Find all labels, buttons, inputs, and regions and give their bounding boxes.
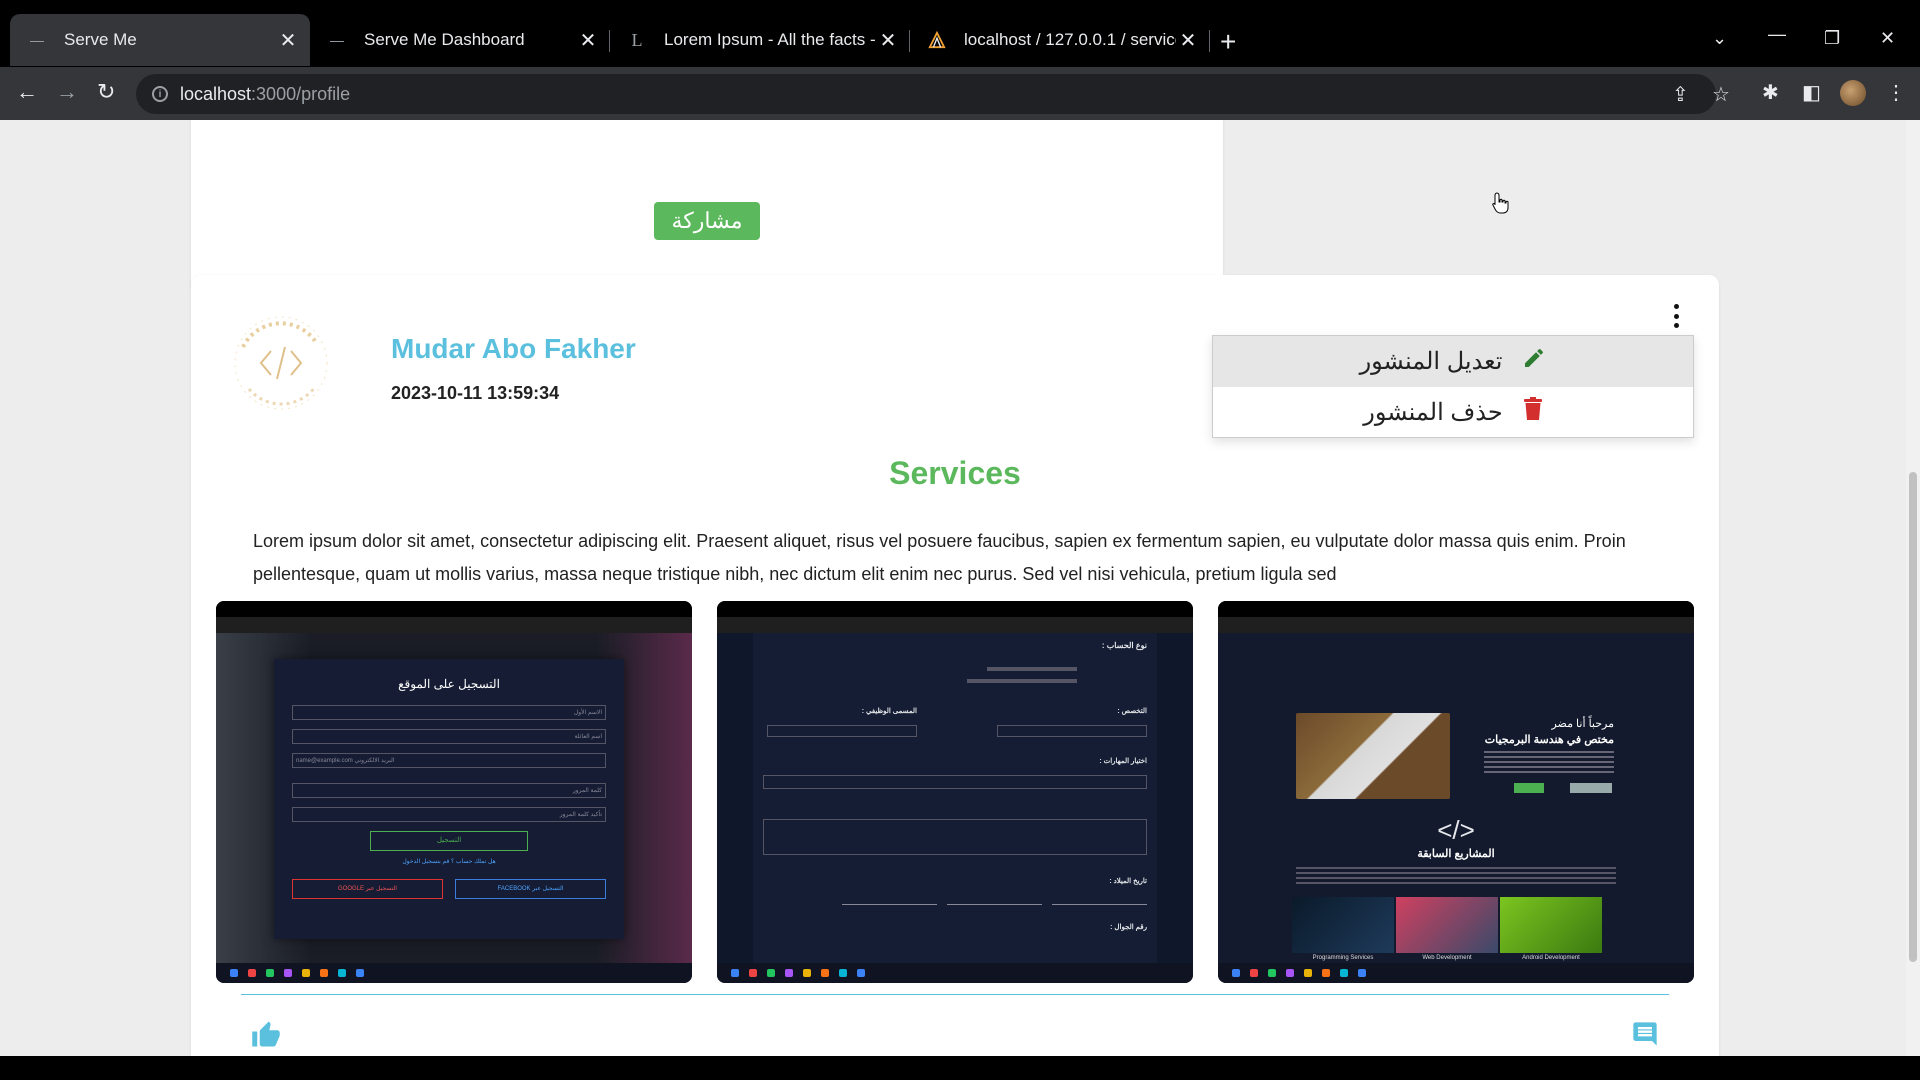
shot-facebook: التسجيل عبر FACEBOOK	[455, 879, 606, 899]
post-date: 2023-10-11 13:59:34	[391, 383, 560, 403]
post-title: Services	[889, 455, 1021, 491]
trash-icon	[1523, 397, 1543, 428]
side-panel-icon[interactable]: ◧	[1802, 80, 1821, 105]
shot-greeting: مرحباً أنا مضر	[1551, 718, 1614, 730]
post-author[interactable]: Mudar Abo Fakher	[391, 333, 636, 365]
reload-icon[interactable]: ↻	[97, 79, 115, 105]
site-info-icon[interactable]: i	[152, 86, 168, 102]
post-image-portfolio[interactable]: مرحباً أنا مضر مختص في هندسة البرمجيات <…	[1218, 601, 1694, 983]
post-options-icon[interactable]	[1668, 300, 1684, 332]
url-text: localhost:3000/profile	[180, 83, 351, 104]
shot-heading: التسجيل على الموقع	[398, 677, 500, 691]
shot-label: نوع الحساب :	[1101, 641, 1147, 650]
bookmark-star-icon[interactable]: ☆	[1712, 82, 1730, 107]
shot-card-label: Android Development	[1522, 955, 1580, 961]
browser-menu-icon[interactable]: ⋮	[1886, 80, 1906, 105]
phpmyadmin-favicon-icon	[928, 31, 946, 49]
tab-title: localhost / 127.0.0.1 / service_m	[964, 30, 1176, 49]
shot-subtitle: مختص في هندسة البرمجيات	[1484, 734, 1614, 746]
shot-google: التسجيل عبر GOOGLE	[292, 879, 443, 899]
restore-icon[interactable]: ❐	[1824, 28, 1840, 49]
shot-field: كلمة المرور	[292, 783, 606, 798]
post-body: Lorem ipsum dolor sit amet, consectetur …	[253, 531, 1626, 584]
shot-label: اختيار المهارات :	[1099, 758, 1147, 765]
new-post-card: مشاركة	[191, 120, 1223, 292]
shot-card-label: Programming Services	[1312, 955, 1374, 961]
tab-lorem-ipsum[interactable]: L Lorem Ipsum - All the facts - Lip ✕	[610, 14, 910, 66]
share-post-button[interactable]: مشاركة	[654, 202, 760, 240]
tab-phpmyadmin[interactable]: localhost / 127.0.0.1 / service_m ✕	[910, 14, 1210, 66]
post-image-account-form[interactable]: نوع الحساب : التخصص : المسمى الوظيفي : ا…	[717, 601, 1193, 983]
shot-field: تأكيد كلمة المرور	[292, 807, 606, 822]
browser-toolbar: ← → ↻ i localhost:3000/profile ⇪ ☆	[0, 67, 1920, 120]
tab-title: Lorem Ipsum - All the facts - Lip	[664, 30, 876, 49]
share-icon[interactable]: ⇪	[1672, 82, 1689, 107]
author-logo	[229, 311, 333, 415]
minimize-icon[interactable]: —	[1768, 24, 1786, 45]
shot-label: التخصص :	[1117, 708, 1147, 715]
post-options-menu: تعديل المنشور حذف المنشور	[1212, 335, 1694, 438]
scrollbar-thumb[interactable]	[1909, 472, 1917, 962]
profile-avatar[interactable]	[1840, 80, 1866, 106]
favicon-icon: —	[330, 32, 344, 48]
tab-title: Serve Me Dashboard	[364, 30, 525, 49]
page-viewport: مشاركة Mudar Abo Fakher 2023-10-11 13:59…	[0, 120, 1920, 1056]
browser-tab-bar: — Serve Me ✕ — Serve Me Dashboard ✕ L Lo…	[0, 0, 1920, 67]
shot-field: اسم العائلة	[292, 729, 606, 744]
shot-field: الاسم الأول	[292, 705, 606, 720]
post-actions-divider	[241, 994, 1669, 995]
shot-label: المسمى الوظيفي :	[861, 708, 917, 715]
close-tab-icon[interactable]: ✕	[276, 28, 300, 53]
shot-card-label: Web Development	[1422, 955, 1472, 961]
post-card: Mudar Abo Fakher 2023-10-11 13:59:34 تعد…	[191, 275, 1719, 1056]
edit-post-label: تعديل المنشور	[1359, 348, 1503, 375]
shot-label: رقم الجوال :	[1110, 924, 1147, 931]
close-window-icon[interactable]: ✕	[1880, 28, 1895, 49]
close-tab-icon[interactable]: ✕	[1176, 28, 1200, 53]
shot-login-hint: هل تملك حساب ؟ قم بتسجيل الدخول	[402, 859, 496, 865]
tab-serve-me[interactable]: — Serve Me ✕	[10, 14, 310, 66]
edit-pencil-icon	[1522, 346, 1546, 377]
back-icon[interactable]: ←	[16, 79, 38, 105]
shot-projects: المشاريع السابقة	[1417, 848, 1495, 860]
lorem-favicon-icon: L	[631, 29, 643, 50]
shot-label: تاريخ الميلاد :	[1109, 878, 1147, 885]
extensions-icon[interactable]: ✱	[1762, 80, 1779, 105]
delete-post-label: حذف المنشور	[1363, 399, 1503, 426]
mouse-cursor-icon	[1492, 192, 1509, 214]
new-tab-icon[interactable]: +	[1220, 26, 1236, 58]
close-tab-icon[interactable]: ✕	[876, 28, 900, 53]
tab-separator	[1209, 30, 1210, 52]
post-image-registration[interactable]: التسجيل على الموقع الاسم الأول اسم العائ…	[216, 601, 692, 983]
like-thumb-icon[interactable]	[251, 1020, 281, 1053]
edit-post-item[interactable]: تعديل المنشور	[1213, 336, 1693, 387]
code-icon: </>	[1437, 815, 1475, 845]
tab-serve-me-dashboard[interactable]: — Serve Me Dashboard ✕	[310, 14, 610, 66]
tab-title: Serve Me	[64, 30, 137, 49]
delete-post-item[interactable]: حذف المنشور	[1213, 387, 1693, 438]
favicon-icon: —	[30, 32, 44, 48]
tab-search-icon[interactable]: ⌄	[1712, 28, 1727, 49]
comment-icon[interactable]	[1631, 1020, 1659, 1053]
page-scrollbar[interactable]	[1906, 120, 1920, 1056]
shot-field: name@example.com البريد الالكتروني	[292, 753, 606, 768]
forward-icon[interactable]: →	[56, 79, 78, 105]
screen-bottom-edge	[0, 1056, 1920, 1080]
shot-submit: التسجيل	[370, 831, 528, 851]
address-bar[interactable]: i localhost:3000/profile ⇪ ☆	[136, 74, 1730, 114]
close-tab-icon[interactable]: ✕	[576, 28, 600, 53]
